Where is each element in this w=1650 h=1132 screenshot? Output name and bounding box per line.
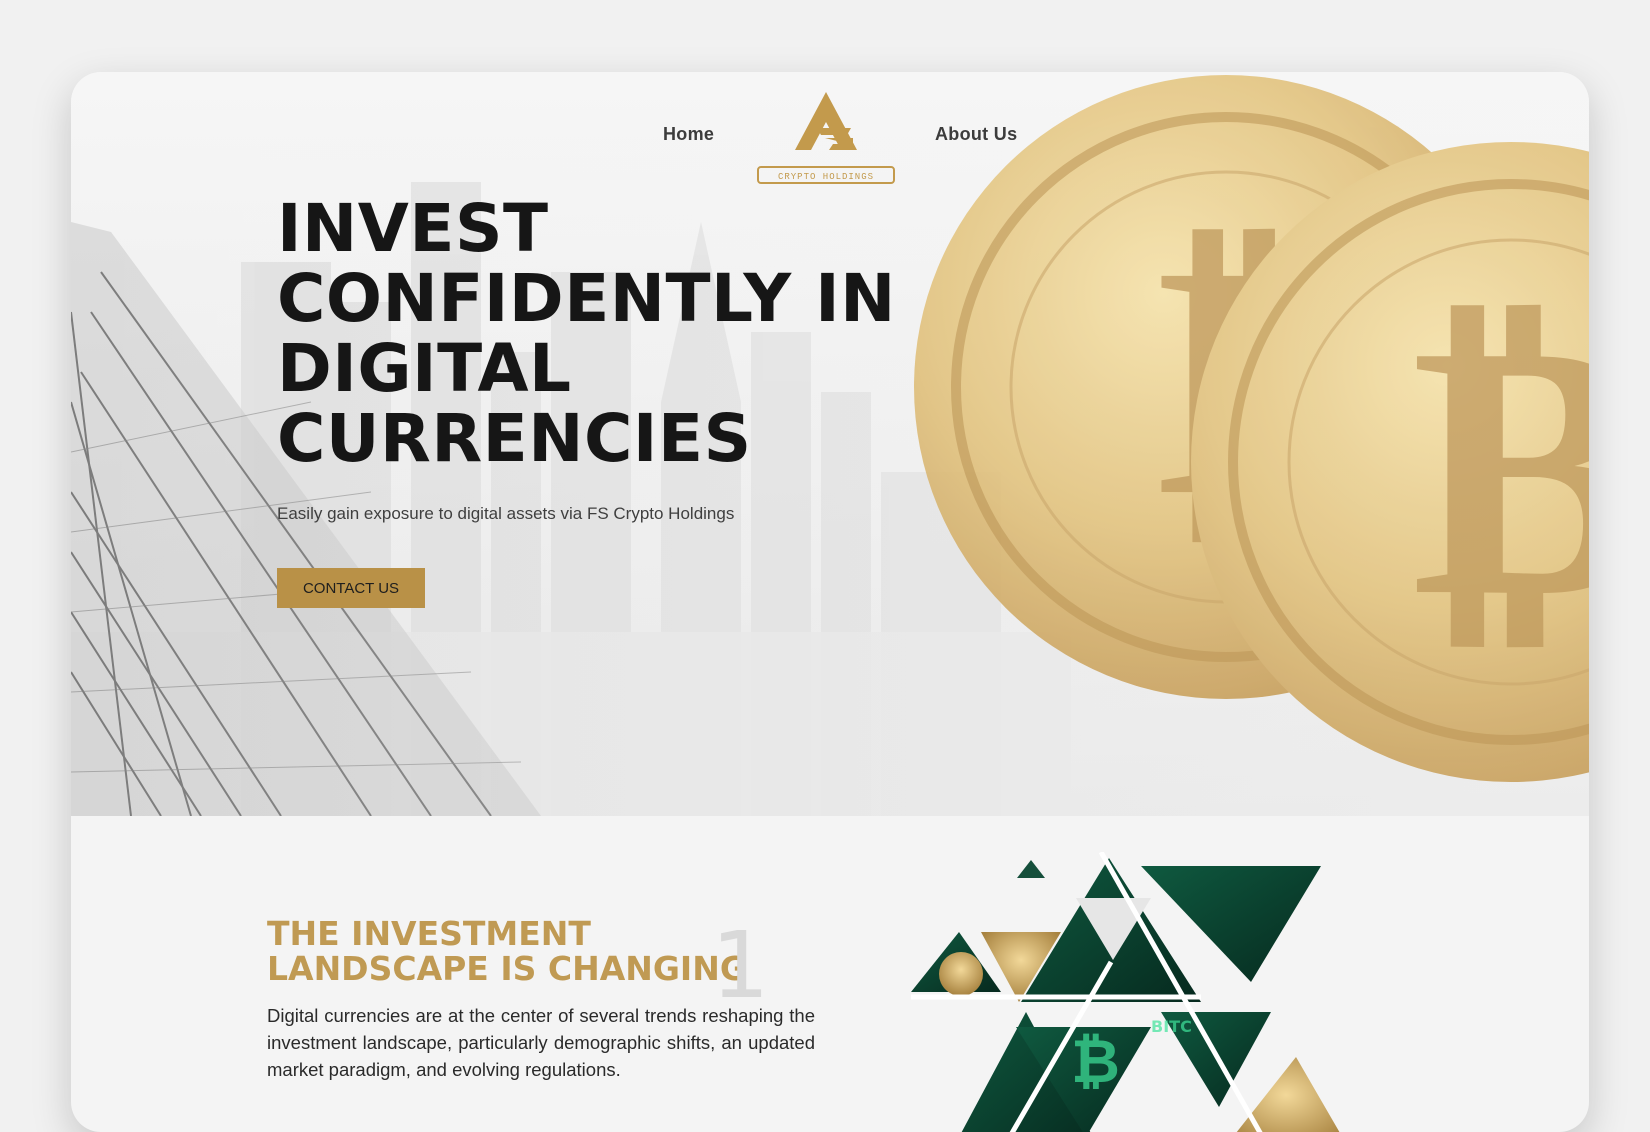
logo-caption: CRYPTO HOLDINGS <box>757 166 895 184</box>
hero-section: ₿ ₿ Home CRYPTO HOLDINGS About Us INVEST… <box>71 72 1589 816</box>
nav-home-link[interactable]: Home <box>663 124 714 145</box>
hero-title-line: DIGITAL <box>277 330 572 407</box>
hero-title: INVEST CONFIDENTLY IN DIGITAL CURRENCIES <box>277 194 897 474</box>
svg-text:₿: ₿ <box>1071 1027 1120 1097</box>
page-frame: ₿ ₿ Home CRYPTO HOLDINGS About Us INVEST… <box>71 72 1589 1132</box>
section-title-line: THE INVESTMENT <box>267 914 591 953</box>
section-title: THE INVESTMENT LANDSCAPE IS CHANGING <box>267 916 787 986</box>
section-title-line: LANDSCAPE IS CHANGING <box>267 949 747 988</box>
crypto-triangle-mosaic-image: ₿ BITC <box>911 852 1340 1132</box>
svg-text:BITC: BITC <box>1151 1017 1192 1036</box>
hero-title-line: CURRENCIES <box>277 400 752 477</box>
hero-subtitle: Easily gain exposure to digital assets v… <box>277 504 735 523</box>
section-body-text: Digital currencies are at the center of … <box>267 1005 815 1080</box>
contact-us-button[interactable]: CONTACT US <box>277 568 425 608</box>
hero-title-line: INVEST <box>277 190 549 267</box>
hero-title-line: CONFIDENTLY IN <box>277 260 896 337</box>
svg-text:₿: ₿ <box>1411 254 1589 677</box>
nav-about-link[interactable]: About Us <box>935 124 1017 145</box>
